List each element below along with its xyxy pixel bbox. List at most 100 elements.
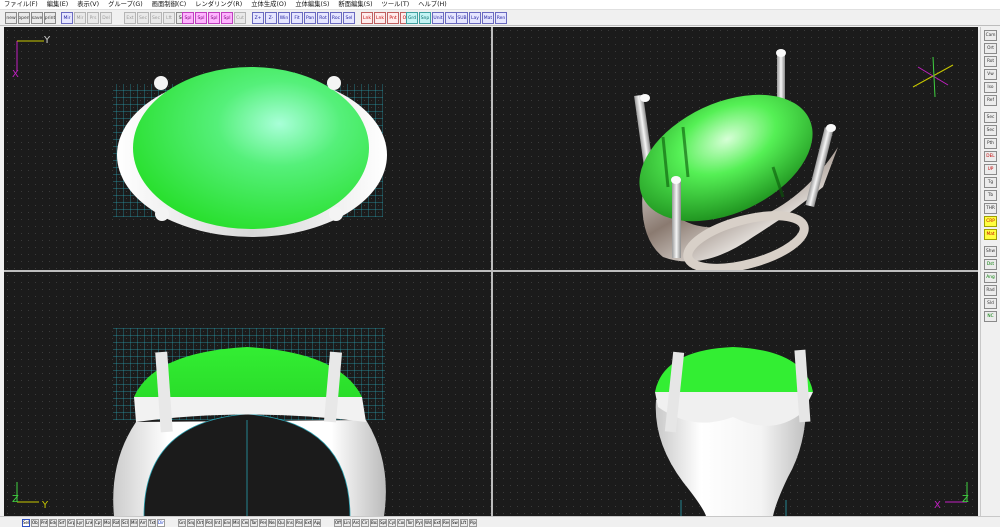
menu-item[interactable]: 編集(E) <box>47 0 69 10</box>
side-toolbar-button[interactable]: Dst <box>984 259 997 270</box>
status-toolbar-button[interactable]: Qua <box>277 519 285 527</box>
side-toolbar-button[interactable]: CRP <box>984 216 997 227</box>
status-toolbar-button[interactable]: Off <box>334 519 342 527</box>
side-toolbar-button[interactable]: Tb <box>984 190 997 201</box>
status-toolbar-button[interactable]: Mir <box>130 519 138 527</box>
status-toolbar-button[interactable]: Grd <box>178 519 186 527</box>
status-toolbar-button[interactable]: Arc <box>352 519 360 527</box>
status-toolbar-button[interactable]: Box <box>370 519 378 527</box>
toolbar-button[interactable]: Lft <box>163 12 175 24</box>
menu-item[interactable]: ファイル(F) <box>4 0 38 10</box>
menu-item[interactable]: 立体生成(O) <box>251 0 286 10</box>
status-toolbar-button[interactable]: Ort <box>196 519 204 527</box>
status-toolbar-button[interactable]: Dim <box>157 519 165 527</box>
status-toolbar-button[interactable]: Per <box>259 519 267 527</box>
menu-item[interactable]: グループ(G) <box>108 0 143 10</box>
status-toolbar-button[interactable]: End <box>223 519 231 527</box>
side-toolbar-button[interactable]: Rad <box>984 285 997 296</box>
viewport-front[interactable]: Z Y <box>4 272 491 516</box>
toolbar-button[interactable]: print <box>44 12 56 24</box>
toolbar-button[interactable]: Del <box>100 12 112 24</box>
menu-item[interactable]: 断面編集(S) <box>338 0 372 10</box>
toolbar-button[interactable]: Roc <box>330 12 342 24</box>
menu-item[interactable]: 立体編集(S) <box>295 0 329 10</box>
viewport-side[interactable]: Z X <box>493 272 978 516</box>
side-toolbar-button[interactable]: Sec <box>984 125 997 136</box>
toolbar-button[interactable]: Unit <box>432 12 444 24</box>
viewport-perspective[interactable] <box>493 27 978 270</box>
toolbar-button[interactable]: Spl <box>208 12 220 24</box>
side-toolbar-button[interactable]: DEL <box>984 151 997 162</box>
toolbar-button[interactable]: Snp <box>419 12 431 24</box>
status-toolbar-button[interactable]: Scl <box>121 519 129 527</box>
status-toolbar-button[interactable]: Rev <box>442 519 450 527</box>
toolbar-button[interactable]: Pnt <box>387 12 399 24</box>
toolbar-button[interactable]: Fit <box>291 12 303 24</box>
side-toolbar-button[interactable]: Ang <box>984 272 997 283</box>
side-toolbar-button[interactable]: Ref <box>984 95 997 106</box>
status-toolbar-button[interactable]: Cpy <box>94 519 102 527</box>
status-toolbar-button[interactable]: Lin <box>343 519 351 527</box>
status-toolbar-button[interactable]: Tor <box>406 519 414 527</box>
status-toolbar-button[interactable]: Par <box>295 519 303 527</box>
menu-item[interactable]: ツール(T) <box>382 0 410 10</box>
side-toolbar-button[interactable]: Pth <box>984 138 997 149</box>
status-toolbar-button[interactable]: Sel <box>22 519 30 527</box>
status-toolbar-button[interactable]: App <box>313 519 321 527</box>
status-toolbar-button[interactable]: Grp <box>67 519 75 527</box>
toolbar-button[interactable]: Mir <box>61 12 73 24</box>
menu-item[interactable]: ヘルプ(H) <box>418 0 447 10</box>
status-toolbar-button[interactable]: Swp <box>451 519 459 527</box>
side-toolbar-button[interactable]: Tg <box>984 177 997 188</box>
status-toolbar-button[interactable]: Cen <box>241 519 249 527</box>
toolbar-button[interactable]: Spl <box>221 12 233 24</box>
toolbar-button[interactable]: Pan <box>304 12 316 24</box>
toolbar-button[interactable]: Rot <box>317 12 329 24</box>
menu-item[interactable]: 表示(V) <box>77 0 99 10</box>
toolbar-button[interactable]: Sec <box>137 12 149 24</box>
toolbar-button[interactable]: Grd <box>406 12 418 24</box>
toolbar-button[interactable]: Sec <box>150 12 162 24</box>
status-toolbar-button[interactable]: Txt <box>148 519 156 527</box>
toolbar-button[interactable]: Spl <box>182 12 194 24</box>
status-toolbar-button[interactable]: Ext <box>304 519 312 527</box>
toolbar-button[interactable]: Win <box>278 12 290 24</box>
toolbar-button[interactable]: Mat <box>482 12 494 24</box>
toolbar-button[interactable]: Z- <box>265 12 277 24</box>
toolbar-button[interactable]: Cut <box>234 12 246 24</box>
status-toolbar-button[interactable]: Ins <box>286 519 294 527</box>
side-toolbar-button[interactable]: Sld <box>984 298 997 309</box>
toolbar-button[interactable]: save <box>31 12 43 24</box>
status-toolbar-button[interactable]: Lyr <box>76 519 84 527</box>
toolbar-button[interactable]: Ext <box>124 12 136 24</box>
toolbar-button[interactable]: Lay <box>469 12 481 24</box>
status-toolbar-button[interactable]: Lnk <box>85 519 93 527</box>
status-toolbar-button[interactable]: Tan <box>250 519 258 527</box>
menu-item[interactable]: レンダリング(R) <box>195 0 242 10</box>
status-toolbar-button[interactable]: Lft <box>460 519 468 527</box>
side-toolbar-button[interactable]: Cam <box>984 30 997 41</box>
status-toolbar-button[interactable]: Mov <box>103 519 111 527</box>
toolbar-button[interactable]: new <box>5 12 17 24</box>
side-toolbar-button[interactable]: Mat <box>984 229 997 240</box>
side-toolbar-button[interactable]: Iso <box>984 82 997 93</box>
status-toolbar-button[interactable]: Pol <box>205 519 213 527</box>
side-toolbar-button[interactable]: UP <box>984 164 997 175</box>
status-toolbar-button[interactable]: Cyl <box>388 519 396 527</box>
status-toolbar-button[interactable]: Rot <box>112 519 120 527</box>
toolbar-button[interactable]: Z+ <box>252 12 264 24</box>
side-toolbar-button[interactable]: Ort <box>984 43 997 54</box>
toolbar-button[interactable]: Mir <box>74 12 86 24</box>
side-toolbar-button[interactable]: Rot <box>984 56 997 67</box>
toolbar-button[interactable]: Ren <box>495 12 507 24</box>
side-toolbar-button[interactable]: Vw <box>984 69 997 80</box>
side-toolbar-button[interactable]: THR <box>984 203 997 214</box>
status-toolbar-button[interactable]: Wdg <box>424 519 432 527</box>
status-toolbar-button[interactable]: Arr <box>139 519 147 527</box>
status-toolbar-button[interactable]: Sph <box>379 519 387 527</box>
status-toolbar-button[interactable]: Con <box>397 519 405 527</box>
toolbar-button[interactable]: Lnk <box>374 12 386 24</box>
status-toolbar-button[interactable]: Obj <box>31 519 39 527</box>
status-toolbar-button[interactable]: Cir <box>361 519 369 527</box>
status-toolbar-button[interactable]: Srf <box>58 519 66 527</box>
